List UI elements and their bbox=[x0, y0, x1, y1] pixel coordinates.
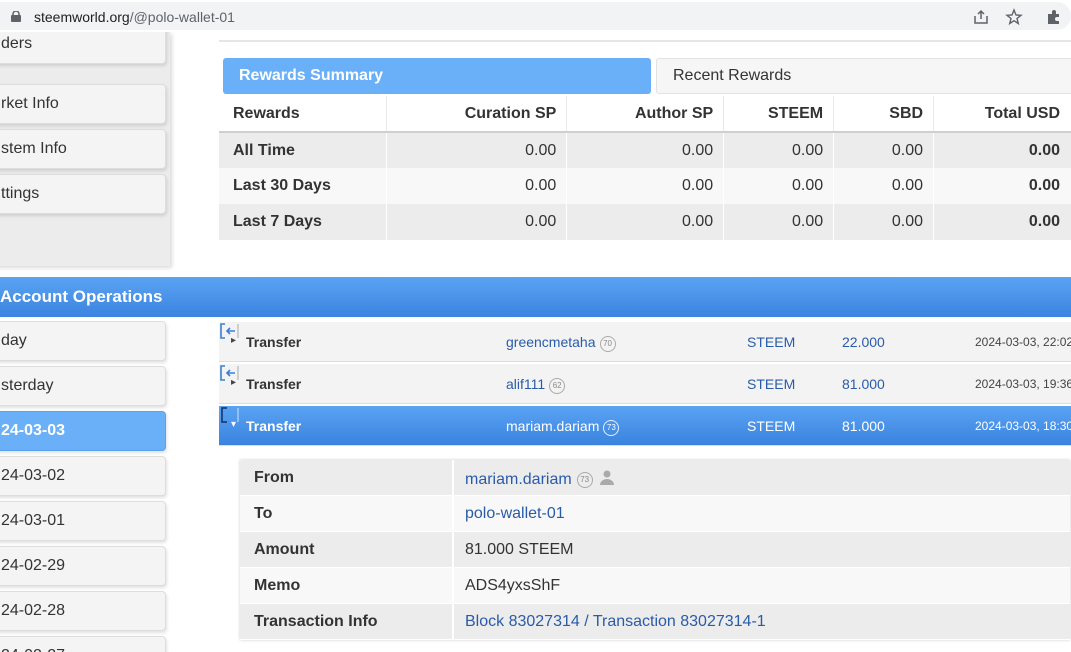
tab-recent-rewards[interactable]: Recent Rewards bbox=[656, 58, 1071, 94]
cell-value: 0.00 bbox=[386, 132, 568, 168]
row-label: Last 7 Days bbox=[219, 204, 388, 240]
cell-value: 0.00 bbox=[723, 168, 835, 204]
table-row: All Time 0.00 0.00 0.00 0.00 0.00 bbox=[219, 132, 1071, 168]
page-content: ders rket Info stem Info ttings Rewards … bbox=[0, 32, 1071, 652]
sidebar-item-today[interactable]: day bbox=[0, 321, 166, 361]
reputation-badge: 73 bbox=[576, 472, 593, 488]
account-operations-header[interactable]: Account Operations bbox=[0, 277, 1071, 317]
detail-key: Memo bbox=[254, 577, 301, 594]
detail-key: From bbox=[254, 469, 294, 486]
detail-key: To bbox=[254, 505, 273, 522]
op-type: Transfer bbox=[246, 376, 302, 392]
row-label: Last 30 Days bbox=[219, 168, 388, 204]
sidebar-item-date-active[interactable]: 24-03-03 bbox=[0, 411, 166, 451]
cell-value: 0.00 bbox=[833, 132, 935, 168]
cell-total: 0.00 bbox=[933, 204, 1071, 240]
cell-total: 0.00 bbox=[933, 132, 1071, 168]
op-time: 2024-03-03, 22:02 bbox=[975, 335, 1071, 349]
cell-total: 0.00 bbox=[933, 168, 1071, 204]
from-user-link[interactable]: mariam.dariam 73 bbox=[465, 469, 615, 489]
detail-row-transaction: Transaction Info Block 83027314 / Transa… bbox=[240, 604, 1070, 640]
address-bar[interactable]: steemworld.org/@polo-wallet-01 bbox=[0, 2, 1071, 30]
cell-value: 0.00 bbox=[723, 132, 835, 168]
sidebar-item-date[interactable]: 24-03-01 bbox=[0, 501, 166, 541]
expand-caret-icon[interactable]: ▸ bbox=[231, 377, 236, 388]
section-divider bbox=[219, 32, 1071, 42]
bookmark-star-icon[interactable] bbox=[1005, 8, 1023, 26]
reputation-badge: 70 bbox=[599, 336, 616, 352]
sidebar-item-orders[interactable]: ders bbox=[0, 32, 166, 64]
tab-rewards-summary[interactable]: Rewards Summary bbox=[223, 58, 651, 94]
col-author-sp: Author SP bbox=[566, 96, 725, 133]
op-type: Transfer bbox=[246, 418, 302, 434]
transaction-link[interactable]: Transaction 83027314-1 bbox=[593, 613, 766, 630]
cell-value: 0.00 bbox=[566, 168, 725, 204]
cell-value: 0.00 bbox=[386, 204, 568, 240]
operation-row[interactable]: ▸ Transfer greencmetaha 70 STEEM 22.000 2… bbox=[219, 322, 1071, 362]
detail-row-memo: Memo ADS4yxsShF bbox=[240, 568, 1070, 604]
col-curation-sp: Curation SP bbox=[386, 96, 568, 133]
table-row: Last 30 Days 0.00 0.00 0.00 0.00 0.00 bbox=[219, 168, 1071, 204]
collapse-caret-icon[interactable]: ▾ bbox=[231, 419, 236, 430]
extensions-icon[interactable] bbox=[1045, 8, 1063, 26]
col-steem: STEEM bbox=[723, 96, 835, 133]
reputation-badge: 62 bbox=[549, 378, 566, 394]
operation-row[interactable]: ▸ Transfer alif111 62 STEEM 81.000 2024-0… bbox=[219, 364, 1071, 404]
block-link[interactable]: Block 83027314 bbox=[465, 613, 580, 630]
detail-row-to: To polo-wallet-01 bbox=[240, 496, 1070, 532]
sidebar-item-date[interactable]: 24-02-28 bbox=[0, 591, 166, 631]
op-user-link[interactable]: mariam.dariam 73 bbox=[506, 418, 620, 436]
sidebar-item-date[interactable]: 24-02-27 bbox=[0, 636, 166, 652]
op-amount: 81.000 bbox=[842, 418, 885, 434]
sidebar-item-date[interactable]: 24-02-29 bbox=[0, 546, 166, 586]
cell-value: 0.00 bbox=[386, 168, 568, 204]
op-amount: 81.000 bbox=[842, 376, 885, 392]
op-currency: STEEM bbox=[747, 334, 796, 350]
share-icon[interactable] bbox=[972, 8, 990, 26]
rewards-header-row: Rewards Curation SP Author SP STEEM SBD … bbox=[219, 96, 1071, 133]
detail-key: Amount bbox=[254, 541, 315, 558]
op-time: 2024-03-03, 19:36 bbox=[975, 377, 1071, 391]
url-text[interactable]: steemworld.org/@polo-wallet-01 bbox=[34, 9, 235, 25]
sidebar-item-date[interactable]: 24-03-02 bbox=[0, 456, 166, 496]
lock-icon bbox=[11, 11, 21, 22]
cell-value: 0.00 bbox=[833, 168, 935, 204]
op-user-link[interactable]: greencmetaha 70 bbox=[506, 334, 616, 352]
detail-value: Block 83027314 / Transaction 83027314-1 bbox=[465, 613, 766, 630]
op-currency: STEEM bbox=[747, 418, 796, 434]
sidebar-item-system-info[interactable]: stem Info bbox=[0, 129, 166, 169]
detail-key: Transaction Info bbox=[254, 613, 378, 630]
sidebar-item-yesterday[interactable]: sterday bbox=[0, 366, 166, 406]
cell-value: 0.00 bbox=[833, 204, 935, 240]
col-rewards: Rewards bbox=[219, 96, 388, 133]
op-time: 2024-03-03, 18:30 bbox=[975, 419, 1071, 433]
detail-row-amount: Amount 81.000 STEEM bbox=[240, 532, 1070, 568]
detail-value: 81.000 STEEM bbox=[465, 541, 574, 558]
sidebar-item-market-info[interactable]: rket Info bbox=[0, 84, 166, 124]
expand-caret-icon[interactable]: ▸ bbox=[231, 335, 236, 346]
to-user-link[interactable]: polo-wallet-01 bbox=[465, 505, 565, 523]
cell-value: 0.00 bbox=[723, 204, 835, 240]
op-amount: 22.000 bbox=[842, 334, 885, 350]
col-total-usd: Total USD bbox=[933, 96, 1071, 133]
cell-value: 0.00 bbox=[566, 204, 725, 240]
col-sbd: SBD bbox=[833, 96, 935, 133]
op-type: Transfer bbox=[246, 334, 302, 350]
sidebar-item-settings[interactable]: ttings bbox=[0, 174, 166, 214]
detail-row-from: From mariam.dariam 73 bbox=[240, 460, 1070, 496]
op-user-link[interactable]: alif111 62 bbox=[506, 376, 566, 394]
user-profile-icon[interactable] bbox=[599, 469, 615, 485]
operation-row-selected[interactable]: ▾ Transfer mariam.dariam 73 STEEM 81.000 … bbox=[219, 406, 1071, 446]
rewards-table: Rewards Curation SP Author SP STEEM SBD … bbox=[219, 96, 1071, 240]
cell-value: 0.00 bbox=[566, 132, 725, 168]
reputation-badge: 73 bbox=[603, 420, 620, 436]
table-row: Last 7 Days 0.00 0.00 0.00 0.00 0.00 bbox=[219, 204, 1071, 240]
transfer-detail-panel: From mariam.dariam 73 To polo-wallet-01 A… bbox=[240, 460, 1070, 640]
row-label: All Time bbox=[219, 132, 388, 168]
browser-toolbar: steemworld.org/@polo-wallet-01 bbox=[0, 0, 1071, 32]
op-currency: STEEM bbox=[747, 376, 796, 392]
detail-value: ADS4yxsShF bbox=[465, 577, 561, 594]
